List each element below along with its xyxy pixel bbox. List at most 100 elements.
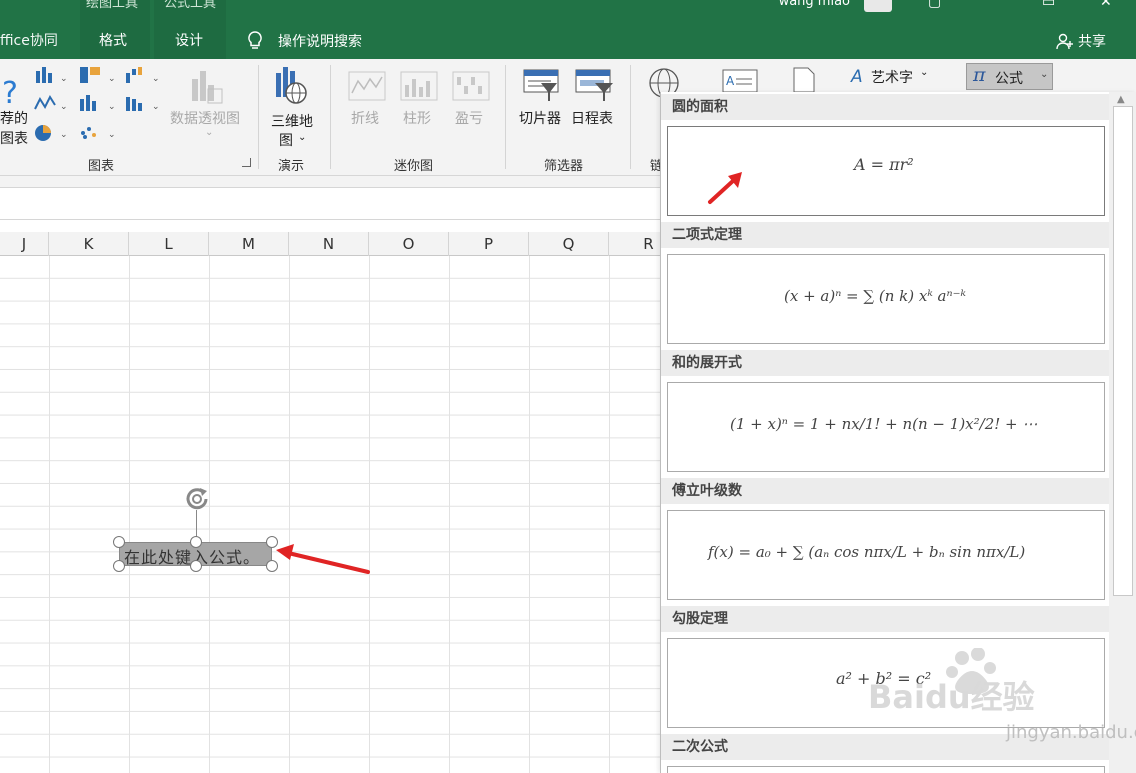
group-separator [505, 65, 506, 169]
pivot-chart-label[interactable]: 数据透视图 [170, 108, 240, 128]
column-header-l[interactable]: L [129, 232, 209, 256]
column-header-j[interactable]: J [0, 232, 49, 256]
resize-handle-bl[interactable] [113, 560, 125, 572]
svg-text:⌄: ⌄ [60, 130, 68, 140]
formula-gap [0, 220, 660, 232]
svg-text:⌄: ⌄ [108, 102, 116, 112]
textbox-icon[interactable]: A [722, 69, 758, 93]
equation-tile-quadratic[interactable] [667, 766, 1105, 773]
pivot-chart-icon[interactable] [188, 69, 232, 105]
watermark-url: jingyan.baidu.com [1006, 722, 1136, 743]
3d-map-icon[interactable] [274, 67, 314, 107]
excel-window: 绘图工具 公式工具 ffice协同 格式 设计 操作说明搜索 wang miao… [0, 0, 1136, 773]
person-add-icon [1056, 33, 1073, 50]
section-circle-area: 圆的面积 [661, 94, 1109, 120]
equation-button[interactable]: π 公式 ⌄ [966, 63, 1053, 90]
column-header-o[interactable]: O [369, 232, 449, 256]
annotation-arrow-icon [708, 172, 742, 204]
formula-bar[interactable] [0, 188, 660, 220]
timeline-label[interactable]: 日程表 [571, 108, 613, 128]
formula-circle-area: A = πr² [854, 155, 914, 174]
section-fourier: 傅立叶级数 [661, 478, 1109, 504]
sparkline-line-label[interactable]: 折线 [351, 108, 379, 128]
column-header-q[interactable]: Q [529, 232, 609, 256]
3d-map-line1[interactable]: 三维地 [271, 111, 313, 131]
gallery-scrollbar[interactable]: ▲ [1109, 92, 1136, 773]
column-header-m[interactable]: M [209, 232, 289, 256]
svg-text:⌄: ⌄ [152, 102, 160, 112]
svg-text:A: A [850, 67, 863, 85]
sparkline-line-icon[interactable] [348, 71, 386, 101]
tab-format[interactable]: 格式 [99, 30, 127, 50]
svg-text:⌄: ⌄ [152, 74, 160, 84]
column-header-row: J K L M N O P Q R [0, 232, 689, 256]
sparkline-column-icon[interactable] [400, 71, 438, 101]
chart-type-icons-col3[interactable]: ⌄ ⌄ [126, 67, 166, 117]
tab-office-collab[interactable]: ffice协同 [0, 30, 58, 50]
slicer-label[interactable]: 切片器 [519, 108, 561, 128]
svg-text:A: A [726, 74, 735, 88]
group-separator [330, 65, 331, 169]
equation-tools-label: 公式工具 [164, 0, 217, 11]
drawing-tools-label: 绘图工具 [86, 0, 139, 11]
column-header-n[interactable]: N [289, 232, 369, 256]
charts-group-label: 图表 [88, 159, 115, 174]
equation-button-label: 公式 [995, 71, 1023, 87]
column-header-p[interactable]: P [449, 232, 529, 256]
group-separator [258, 65, 259, 169]
formula-binomial: (x + a)ⁿ = ∑ (n k) xᵏ aⁿ⁻ᵏ [784, 287, 966, 305]
resize-handle-b[interactable] [190, 560, 202, 572]
cell-grid[interactable] [0, 256, 660, 773]
formula-expansion: (1 + x)ⁿ = 1 + nx/1! + n(n − 1)x²/2! + ⋯ [730, 415, 1038, 433]
chevron-down-icon: ⌄ [1040, 69, 1049, 80]
sparkline-winloss-icon[interactable] [452, 71, 490, 101]
equation-tile-fourier[interactable]: f(x) = a₀ + ∑ (aₙ cos nπx/L + bₙ sin nπx… [667, 510, 1105, 600]
svg-text:⌄: ⌄ [60, 102, 68, 112]
baidu-watermark-logo: Baidu经验 [868, 648, 1035, 716]
column-header-k[interactable]: K [49, 232, 129, 256]
chart-type-icons-col2[interactable]: ⌄ ⌄ ⌄ [80, 67, 124, 147]
3d-map-chevron-icon: ⌄ [298, 132, 307, 143]
wordart-chevron-icon: ⌄ [920, 67, 929, 78]
section-binomial: 二项式定理 [661, 222, 1109, 248]
sparkline-winloss-label[interactable]: 盈亏 [455, 108, 483, 128]
recommended-charts-line1[interactable]: 荐的 [0, 108, 28, 128]
user-name[interactable]: wang miao [779, 0, 850, 9]
close-icon[interactable]: ✕ [1100, 0, 1112, 10]
slicer-icon[interactable] [523, 69, 561, 103]
tab-design[interactable]: 设计 [175, 30, 203, 50]
section-expansion: 和的展开式 [661, 350, 1109, 376]
ribbon-display-icon[interactable]: ▢ [928, 0, 941, 10]
resize-handle-t[interactable] [190, 536, 202, 548]
chart-type-icons-col1[interactable]: ⌄ ⌄ ⌄ [34, 67, 70, 147]
share-label: 共享 [1078, 34, 1106, 50]
timeline-icon[interactable] [575, 69, 615, 103]
wordart-label[interactable]: 艺术字 [871, 67, 913, 87]
svg-text:⌄: ⌄ [108, 130, 116, 140]
filters-group-label: 筛选器 [544, 159, 584, 174]
avatar[interactable] [864, 0, 892, 12]
restore-icon[interactable]: ▭ [1042, 0, 1055, 10]
tours-group-label: 演示 [278, 159, 305, 174]
pivot-chart-chevron-icon: ⌄ [205, 127, 214, 138]
recommended-charts-icon[interactable]: ? [0, 73, 28, 113]
wordart-icon[interactable]: A [850, 67, 868, 85]
dialog-launcher-icon[interactable] [242, 158, 251, 167]
tell-me-search[interactable]: 操作说明搜索 [278, 31, 362, 51]
scrollbar-thumb[interactable] [1113, 106, 1133, 596]
recommended-charts-line2[interactable]: 图表 [0, 128, 28, 148]
sparkline-column-label[interactable]: 柱形 [403, 108, 431, 128]
equation-tile-expansion[interactable]: (1 + x)ⁿ = 1 + nx/1! + n(n − 1)x²/2! + ⋯ [667, 382, 1105, 472]
equation-tile-binomial[interactable]: (x + a)ⁿ = ∑ (n k) xᵏ aⁿ⁻ᵏ [667, 254, 1105, 344]
annotation-arrow-icon [276, 544, 370, 574]
3d-map-line2[interactable]: 图 [279, 130, 293, 150]
rotate-handle-icon[interactable] [183, 486, 211, 512]
watermark-brand: Baidu经验 [868, 678, 1035, 716]
svg-text:⌄: ⌄ [108, 74, 116, 84]
share-button[interactable]: 共享 [1056, 31, 1106, 51]
scroll-up-icon[interactable]: ▲ [1117, 94, 1125, 105]
svg-text:?: ? [2, 76, 18, 111]
header-footer-icon[interactable] [792, 67, 818, 93]
lightbulb-icon [248, 31, 262, 49]
resize-handle-tl[interactable] [113, 536, 125, 548]
